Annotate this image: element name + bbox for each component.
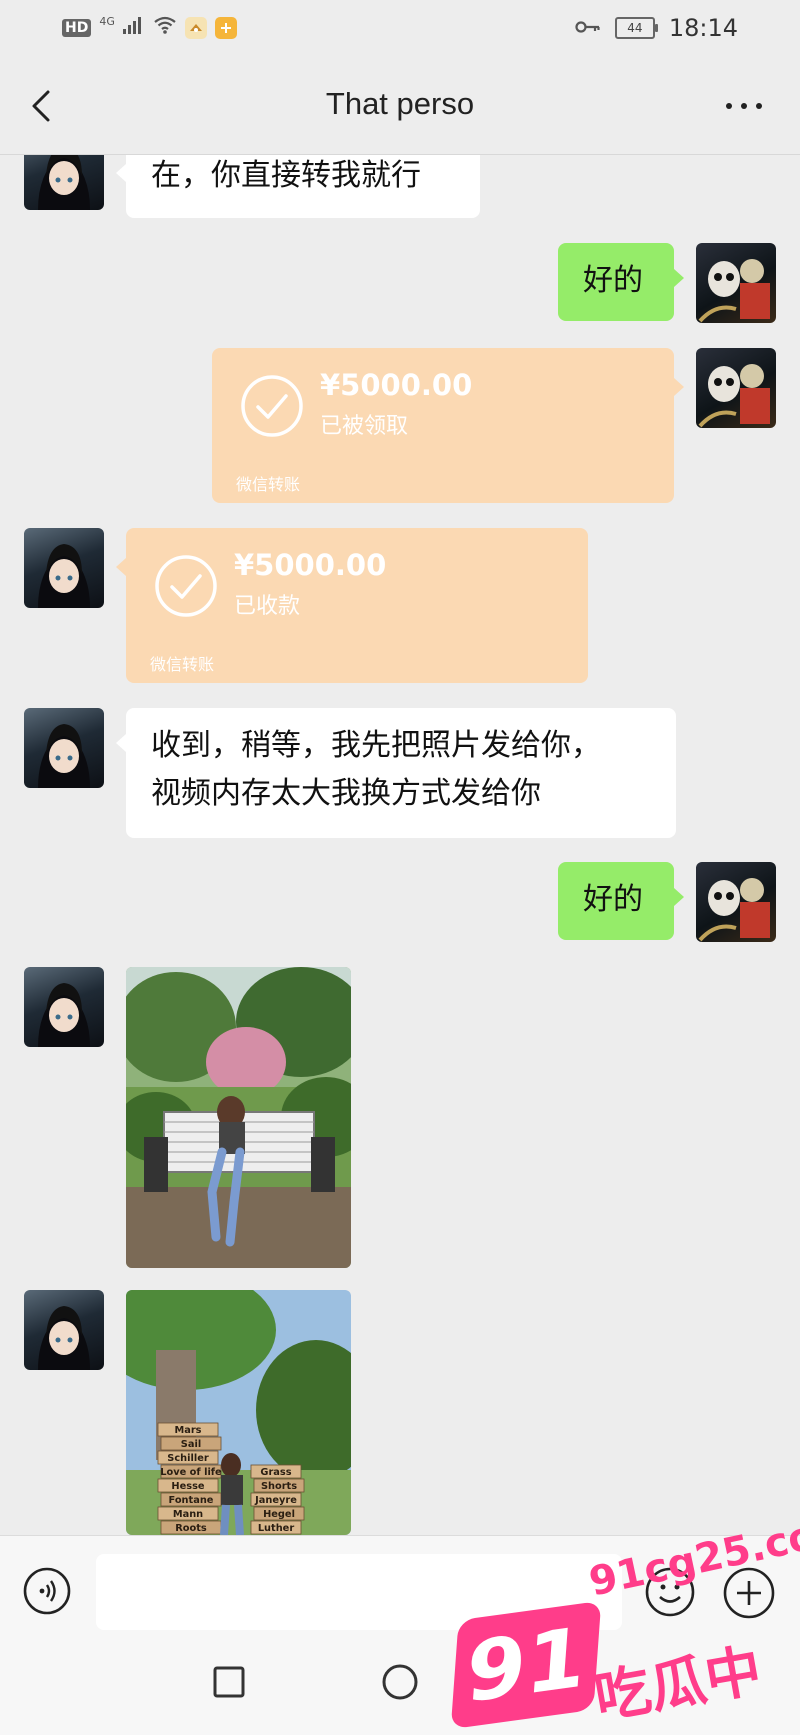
more-dot-icon: [756, 103, 762, 109]
status-left: HD 4G: [62, 15, 237, 39]
book-spine-label: Mars: [174, 1425, 201, 1436]
transfer-footer-label: 微信转账: [150, 655, 215, 674]
input-bar: [0, 1535, 800, 1636]
transfer-amount: ¥5000.00: [234, 548, 387, 582]
book-spine-label: Love of life: [160, 1467, 222, 1478]
emoji-button[interactable]: [644, 1566, 696, 1618]
message-input[interactable]: [96, 1554, 622, 1630]
contact-avatar[interactable]: [24, 528, 104, 608]
message-text: 在，你直接转我就行: [151, 158, 421, 193]
contact-avatar[interactable]: [24, 155, 104, 210]
book-spine-label: Fontane: [169, 1495, 214, 1506]
contact-avatar[interactable]: [24, 1290, 104, 1370]
network-type: 4G: [99, 15, 115, 28]
message-bubble-received[interactable]: 收到，稍等，我先把照片发给你， 视频内存太大我换方式发给你: [116, 708, 676, 838]
photo-girl-with-book-stack: Mars Sail Schiller Love of life Hesse Fontane…: [126, 1290, 351, 1535]
system-back-button[interactable]: [552, 1663, 590, 1701]
transfer-status: 已被领取: [320, 414, 409, 439]
message-text-line: 收到，稍等，我先把照片发给你，: [151, 728, 601, 763]
contact-avatar[interactable]: [24, 708, 104, 788]
message-bubble-sent[interactable]: 好的: [558, 862, 684, 940]
my-avatar[interactable]: [696, 348, 776, 428]
status-bar: HD 4G 44 18:14: [0, 0, 800, 58]
transfer-amount: ¥5000.00: [320, 368, 473, 402]
voice-icon: [23, 1567, 71, 1615]
recent-apps-button[interactable]: [213, 1666, 245, 1698]
message-bubble-sent[interactable]: 好的: [558, 243, 684, 321]
emoji-icon: [645, 1567, 695, 1617]
book-spine-label: Janeyre: [254, 1495, 297, 1506]
wifi-icon: [153, 16, 177, 39]
plus-circle-icon: [723, 1567, 775, 1619]
chat-header: That perso: [0, 58, 800, 155]
more-dot-icon: [741, 103, 747, 109]
battery-icon: 44: [614, 17, 658, 39]
book-stack-right: Grass Shorts Janeyre Hegel Luther: [250, 1464, 305, 1535]
notification-badge-icon: [214, 16, 237, 39]
book-spine-label: Grass: [260, 1467, 291, 1478]
triangle-back-icon: [556, 1665, 586, 1699]
book-spine-label: Mann: [173, 1509, 203, 1520]
more-functions-button[interactable]: [722, 1566, 776, 1620]
my-avatar[interactable]: [696, 243, 776, 323]
chat-title: That perso: [325, 86, 475, 121]
hd-indicator: HD: [62, 18, 92, 37]
book-spine-label: Luther: [258, 1523, 295, 1534]
book-spine-label: Shorts: [261, 1481, 297, 1492]
transfer-card-sent[interactable]: ¥5000.00 已被领取 微信转账: [212, 348, 684, 503]
signal-icon: [122, 16, 145, 39]
message-bubble-received[interactable]: 在，你直接转我就行: [116, 155, 480, 218]
more-dot-icon: [726, 103, 732, 109]
more-options-button[interactable]: [726, 98, 770, 114]
battery-level: 44: [627, 21, 643, 35]
book-spine-label: Roots: [175, 1523, 207, 1534]
home-button[interactable]: [381, 1663, 419, 1701]
system-nav-bar: [0, 1636, 800, 1735]
book-spine-label: Schiller: [167, 1453, 209, 1464]
image-message-bench[interactable]: [126, 967, 351, 1268]
circle-icon: [382, 1664, 418, 1700]
transfer-status: 已收款: [234, 594, 301, 619]
image-message-books[interactable]: Mars Sail Schiller Love of life Hesse Fontane…: [126, 1290, 351, 1535]
voice-input-button[interactable]: [22, 1566, 72, 1616]
check-circle-icon: [241, 375, 303, 437]
my-avatar[interactable]: [696, 862, 776, 942]
transfer-footer-label: 微信转账: [236, 475, 301, 494]
book-spine-label: Hesse: [171, 1481, 205, 1492]
notification-app-icon: [184, 16, 207, 39]
photo-girl-on-bench: [126, 967, 351, 1268]
message-text: 好的: [583, 882, 643, 917]
book-spine-label: Hegel: [263, 1509, 295, 1520]
transfer-card-received[interactable]: ¥5000.00 已收款 微信转账: [116, 528, 588, 683]
square-icon: [213, 1666, 245, 1698]
status-right: 44 18:14: [575, 14, 738, 42]
chat-screen: HD 4G 44 18:14 That perso 在，你直接转我就行 好的 ¥…: [0, 0, 800, 1735]
check-circle-icon: [155, 555, 217, 617]
message-list[interactable]: 在，你直接转我就行 好的 ¥5000.00 已被领取 微信转账 ¥5000.00…: [0, 155, 800, 1535]
message-text-line: 视频内存太大我换方式发给你: [151, 776, 541, 811]
book-spine-label: Sail: [181, 1439, 201, 1450]
key-icon: [575, 18, 601, 39]
message-text: 好的: [583, 263, 643, 298]
clock-time: 18:14: [668, 14, 738, 42]
contact-avatar[interactable]: [24, 967, 104, 1047]
